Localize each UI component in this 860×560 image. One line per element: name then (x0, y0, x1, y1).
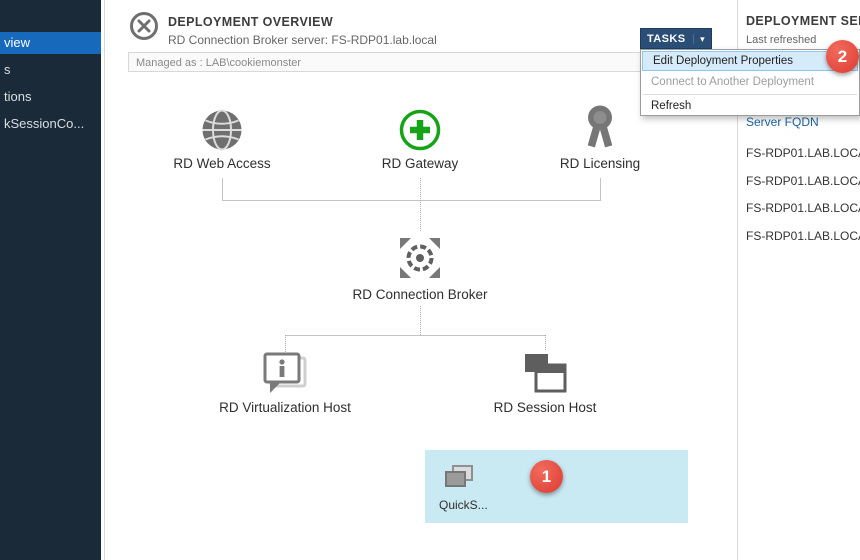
node-rd-gateway[interactable]: RD Gateway (340, 108, 500, 171)
annotation-badge-2: 2 (826, 40, 859, 73)
page-title: DEPLOYMENT OVERVIEW (168, 15, 333, 29)
sidebar-item-collections[interactable]: tions (0, 86, 101, 108)
sidebar-item-servers[interactable]: s (0, 59, 101, 81)
menu-item-refresh[interactable]: Refresh (641, 96, 859, 117)
panel-title: DEPLOYMENT SERVERS (746, 14, 860, 28)
menu-item-connect-another-deployment: Connect to Another Deployment (641, 72, 859, 93)
node-label: RD Gateway (340, 156, 500, 171)
node-label: RD Virtualization Host (195, 400, 375, 415)
sidebar-item-overview[interactable]: view (0, 32, 101, 54)
sidebar-divider (104, 0, 105, 560)
page-subtitle: RD Connection Broker server: FS-RDP01.la… (168, 33, 437, 47)
connector-line (420, 178, 421, 231)
node-label: RD Licensing (520, 156, 680, 171)
sidebar: view s tions kSessionCo... (0, 0, 101, 560)
node-label: RD Connection Broker (340, 287, 500, 302)
node-label: RD Session Host (465, 400, 625, 415)
green-plus-icon (340, 108, 500, 152)
connector-line (222, 178, 223, 200)
node-rd-session-host[interactable]: RD Session Host (465, 350, 625, 415)
broker-arrows-circle-icon (340, 233, 500, 283)
tasks-button[interactable]: TASKS ▾ (640, 28, 712, 49)
sidebar-item-quicksessioncollection[interactable]: kSessionCo... (0, 113, 101, 135)
server-row[interactable]: FS-RDP01.LAB.LOCAL (746, 229, 860, 243)
annotation-badge-1: 1 (530, 460, 563, 493)
info-bubble-icon (195, 352, 375, 396)
node-rd-virtualization-host[interactable]: RD Virtualization Host (195, 352, 375, 415)
connector-line (285, 335, 546, 336)
collection-monitors-icon (443, 464, 475, 497)
node-rd-web-access[interactable]: RD Web Access (142, 108, 302, 171)
deployment-overview-icon (129, 11, 159, 41)
collection-label: QuickS... (439, 498, 488, 512)
server-row[interactable]: FS-RDP01.LAB.LOCAL (746, 174, 860, 188)
connector-line (285, 335, 286, 352)
server-row[interactable]: FS-RDP01.LAB.LOCAL (746, 201, 860, 215)
connector-line (420, 306, 421, 335)
node-label: RD Web Access (142, 156, 302, 171)
column-header-server-fqdn[interactable]: Server FQDN (746, 115, 819, 129)
connector-line (222, 200, 601, 201)
server-row[interactable]: FS-RDP01.LAB.LOCAL (746, 146, 860, 160)
connector-line (600, 178, 601, 200)
last-refreshed-text: Last refreshed (746, 34, 816, 46)
chevron-down-icon: ▾ (693, 34, 705, 44)
node-rd-connection-broker[interactable]: RD Connection Broker (340, 233, 500, 302)
session-collection-tile[interactable]: QuickS... 1 (425, 450, 688, 523)
globe-icon (142, 108, 302, 152)
connector-line (545, 335, 546, 350)
menu-separator (643, 94, 857, 95)
tasks-button-label: TASKS (647, 33, 685, 45)
session-host-server-icon (465, 350, 625, 396)
